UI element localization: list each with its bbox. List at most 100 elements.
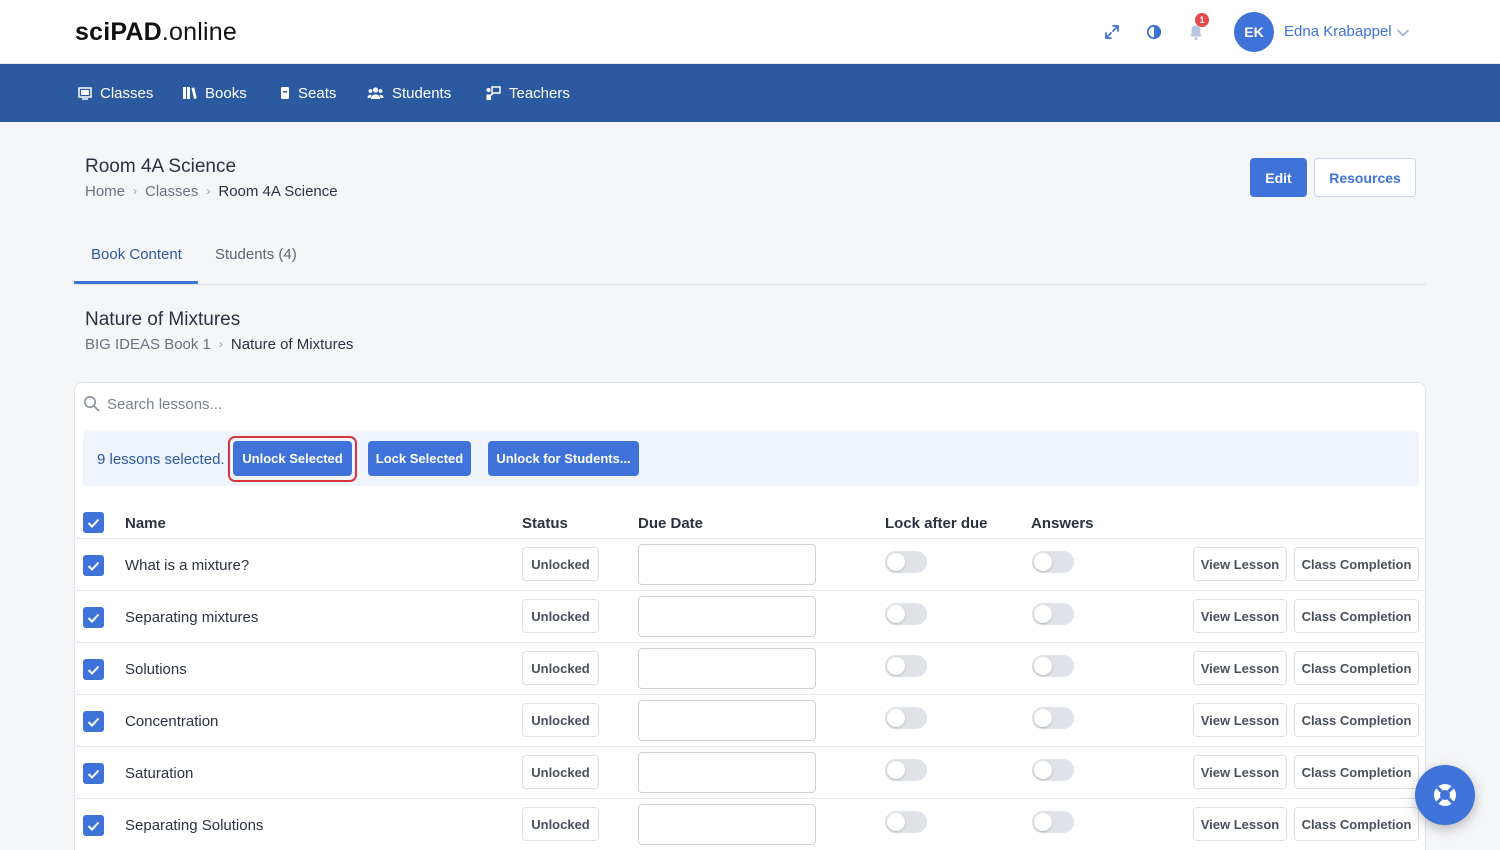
nav-item-books[interactable]: Books <box>182 84 247 102</box>
lock-after-due-toggle[interactable] <box>885 811 927 833</box>
select-all-checkbox[interactable] <box>83 512 104 533</box>
help-button[interactable] <box>1415 765 1475 825</box>
row-checkbox[interactable] <box>83 659 104 680</box>
view-lesson-button[interactable]: View Lesson <box>1193 547 1287 581</box>
nav-item-label: Books <box>205 84 247 102</box>
row-checkbox[interactable] <box>83 763 104 784</box>
checkmark-icon <box>87 613 100 623</box>
top-header: sciPAD.online 1 EK Edna Krabappel <box>0 0 1500 64</box>
tab-students[interactable]: Students (4) <box>215 246 297 263</box>
lock-after-due-toggle[interactable] <box>885 551 927 573</box>
search-bar <box>75 383 1425 425</box>
unlock-selected-button[interactable]: Unlock Selected <box>233 441 352 476</box>
section-breadcrumb: BIG IDEAS Book 1 › Nature of Mixtures <box>85 335 353 353</box>
resources-button[interactable]: Resources <box>1314 158 1416 197</box>
nav-item-teachers[interactable]: Teachers <box>485 84 570 102</box>
breadcrumb: Home › Classes › Room 4A Science <box>85 182 338 200</box>
search-input[interactable] <box>107 393 707 415</box>
lock-after-due-toggle[interactable] <box>885 707 927 729</box>
page-title: Room 4A Science <box>85 156 237 177</box>
lesson-name[interactable]: Saturation <box>125 765 193 782</box>
due-date-input[interactable] <box>638 544 816 585</box>
lessons-card: 9 lessons selected. Unlock Selected Lock… <box>74 382 1426 850</box>
status-badge[interactable]: Unlocked <box>522 651 599 685</box>
lesson-name[interactable]: Separating mixtures <box>125 609 258 626</box>
answers-toggle[interactable] <box>1032 603 1074 625</box>
class-completion-button[interactable]: Class Completion <box>1294 547 1419 581</box>
user-avatar[interactable]: EK <box>1234 12 1274 52</box>
status-badge[interactable]: Unlocked <box>522 599 599 633</box>
lesson-name[interactable]: Separating Solutions <box>125 817 263 834</box>
user-name[interactable]: Edna Krabappel <box>1284 23 1392 40</box>
due-date-input[interactable] <box>638 804 816 845</box>
row-checkbox[interactable] <box>83 815 104 836</box>
row-checkbox[interactable] <box>83 555 104 576</box>
class-completion-button[interactable]: Class Completion <box>1294 755 1419 789</box>
view-lesson-button[interactable]: View Lesson <box>1193 703 1287 737</box>
contrast-icon[interactable] <box>1142 20 1166 44</box>
lifebuoy-icon <box>1434 784 1456 806</box>
view-lesson-button[interactable]: View Lesson <box>1193 651 1287 685</box>
status-badge[interactable]: Unlocked <box>522 807 599 841</box>
answers-toggle[interactable] <box>1032 551 1074 573</box>
answers-toggle[interactable] <box>1032 759 1074 781</box>
answers-toggle[interactable] <box>1032 655 1074 677</box>
lock-selected-button[interactable]: Lock Selected <box>368 441 471 476</box>
class-completion-button[interactable]: Class Completion <box>1294 807 1419 841</box>
due-date-input[interactable] <box>638 648 816 689</box>
edit-button[interactable]: Edit <box>1250 158 1307 197</box>
toggle-knob <box>887 709 905 727</box>
nav-item-classes[interactable]: Classes <box>78 84 153 102</box>
answers-toggle[interactable] <box>1032 811 1074 833</box>
tab-book-content[interactable]: Book Content <box>91 246 182 263</box>
selection-count: 9 lessons selected. <box>97 451 225 468</box>
table-row: Separating Solutions Unlocked View Lesson C… <box>75 799 1425 850</box>
toggle-knob <box>887 657 905 675</box>
class-completion-button[interactable]: Class Completion <box>1294 703 1419 737</box>
toggle-knob <box>1034 657 1052 675</box>
status-badge[interactable]: Unlocked <box>522 547 599 581</box>
row-checkbox[interactable] <box>83 711 104 732</box>
nav-item-seats[interactable]: Seats <box>280 84 336 102</box>
lock-after-due-toggle[interactable] <box>885 655 927 677</box>
breadcrumb-home[interactable]: Home <box>85 183 125 200</box>
fullscreen-icon[interactable] <box>1100 20 1124 44</box>
notifications-bell-icon[interactable]: 1 <box>1184 13 1209 44</box>
status-badge[interactable]: Unlocked <box>522 703 599 737</box>
view-lesson-button[interactable]: View Lesson <box>1193 599 1287 633</box>
nav-item-students[interactable]: Students <box>367 84 451 102</box>
row-checkbox[interactable] <box>83 607 104 628</box>
toggle-knob <box>887 813 905 831</box>
chevron-down-icon[interactable] <box>1396 25 1410 43</box>
lesson-name[interactable]: Concentration <box>125 713 218 730</box>
table-header: Name Status Due Date Lock after due Answ… <box>75 507 1425 539</box>
nav-item-label: Classes <box>100 84 154 102</box>
due-date-input[interactable] <box>638 700 816 741</box>
active-tab-indicator <box>74 281 198 284</box>
lock-after-due-toggle[interactable] <box>885 759 927 781</box>
lesson-name[interactable]: What is a mixture? <box>125 557 249 574</box>
toggle-knob <box>887 605 905 623</box>
students-icon <box>367 87 384 99</box>
breadcrumb-book[interactable]: BIG IDEAS Book 1 <box>85 336 211 353</box>
answers-toggle[interactable] <box>1032 707 1074 729</box>
class-completion-button[interactable]: Class Completion <box>1294 651 1419 685</box>
lock-after-due-toggle[interactable] <box>885 603 927 625</box>
breadcrumb-current: Room 4A Science <box>218 182 338 200</box>
table-row: Separating mixtures Unlocked View Lesson Cl… <box>75 591 1425 643</box>
view-lesson-button[interactable]: View Lesson <box>1193 807 1287 841</box>
search-icon <box>84 396 100 412</box>
due-date-input[interactable] <box>638 596 816 637</box>
class-completion-button[interactable]: Class Completion <box>1294 599 1419 633</box>
status-badge[interactable]: Unlocked <box>522 755 599 789</box>
checkmark-icon <box>87 821 100 831</box>
view-lesson-button[interactable]: View Lesson <box>1193 755 1287 789</box>
toggle-knob <box>1034 553 1052 571</box>
table-row: Concentration Unlocked View Lesson Class Co… <box>75 695 1425 747</box>
column-header-lock-after-due: Lock after due <box>885 515 988 532</box>
unlock-for-students-button[interactable]: Unlock for Students... <box>488 441 639 476</box>
due-date-input[interactable] <box>638 752 816 793</box>
lesson-name[interactable]: Solutions <box>125 661 187 678</box>
app-logo[interactable]: sciPAD.online <box>75 18 237 47</box>
breadcrumb-classes[interactable]: Classes <box>145 183 198 200</box>
